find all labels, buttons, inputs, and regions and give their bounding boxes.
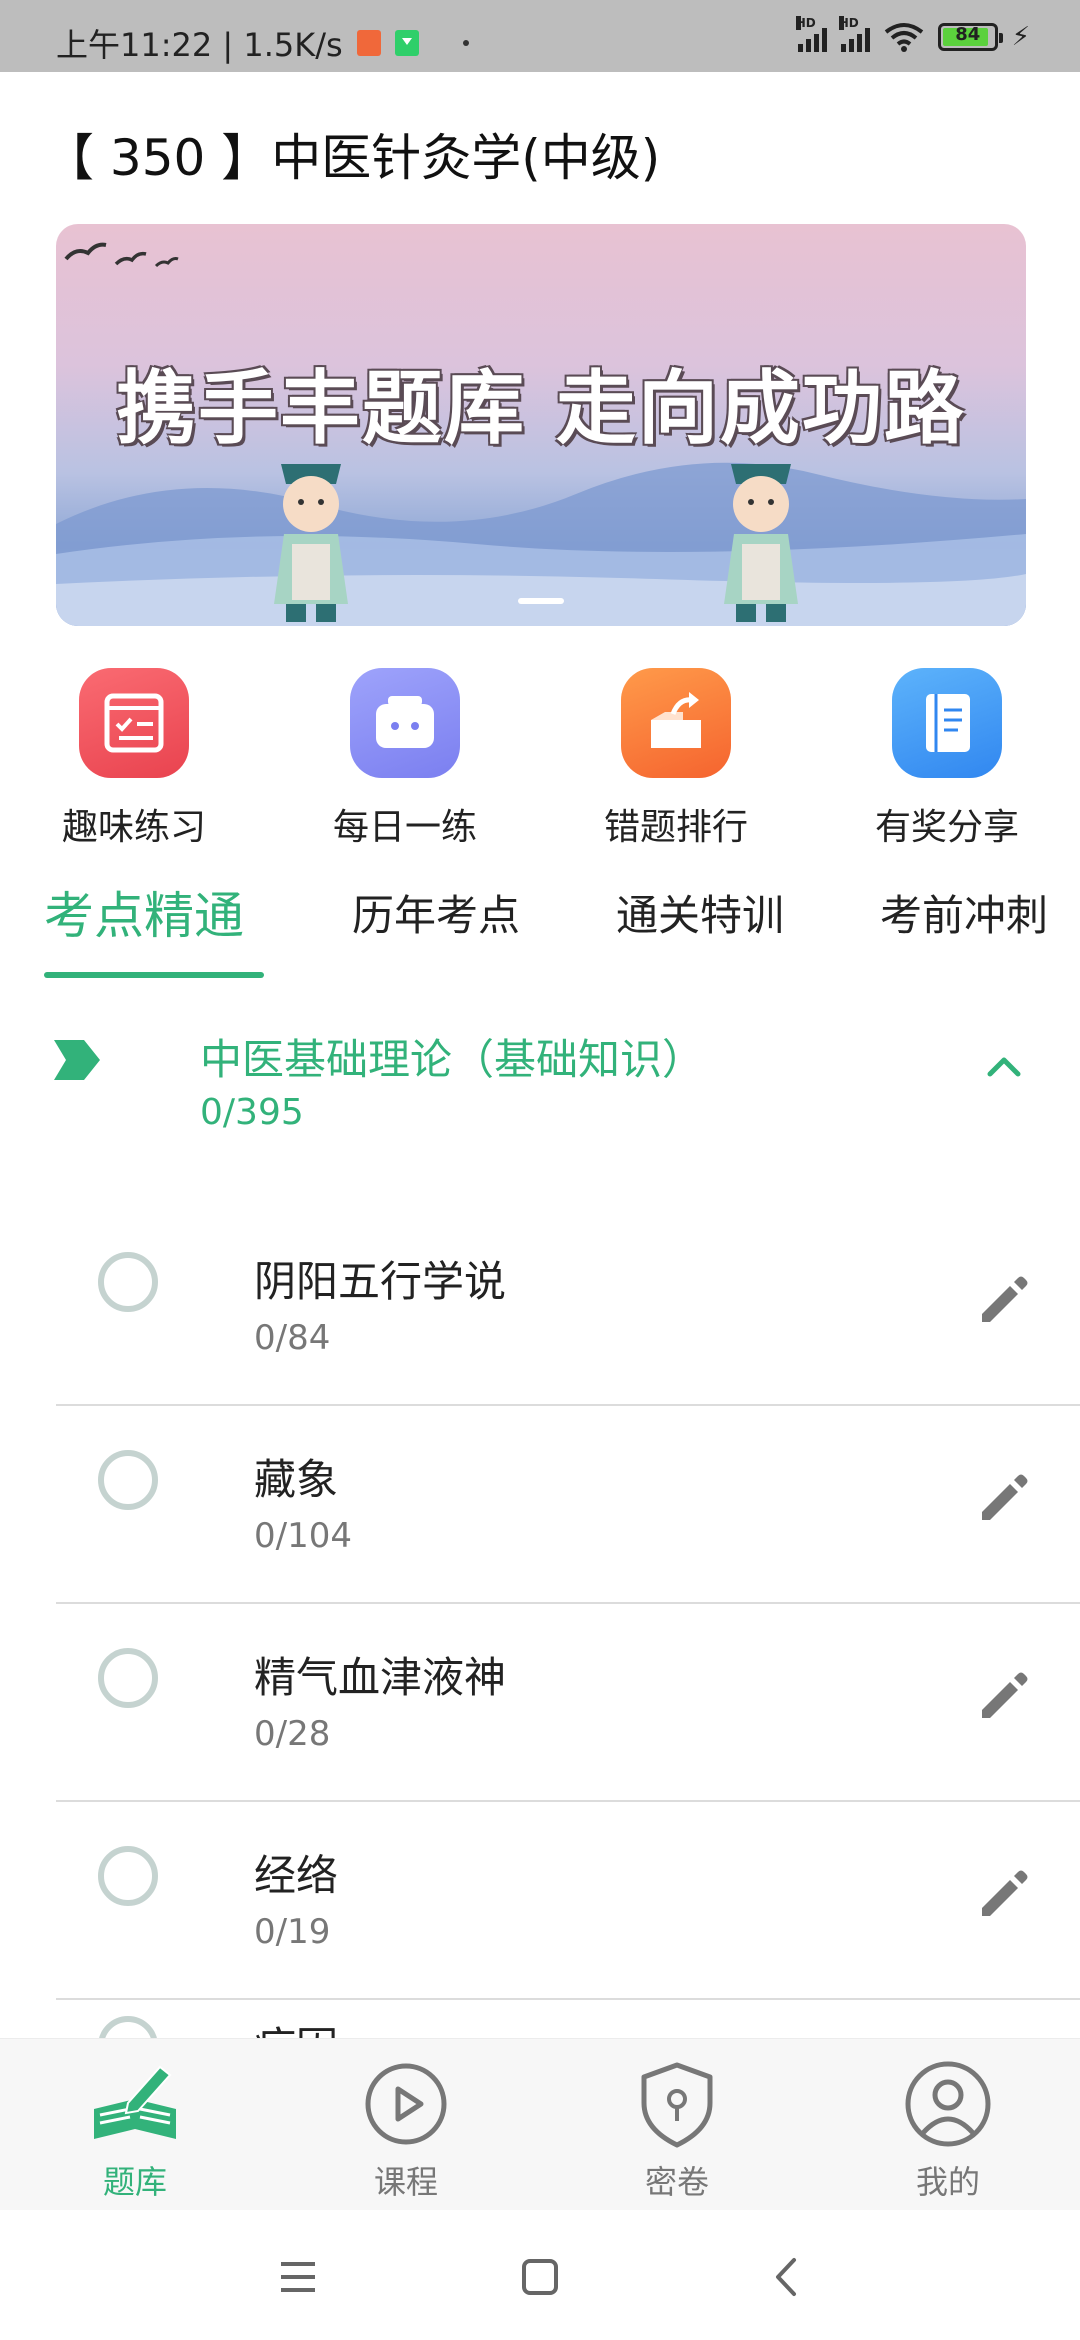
nav-label: 密卷 (644, 2163, 709, 2201)
edit-pencil-icon[interactable] (974, 1666, 1034, 1726)
item-title: 病因 (254, 2014, 338, 2040)
home-icon[interactable] (515, 2252, 565, 2302)
status-bar: 上午11:22 | 1.5K/s HD HD 84 ⚡ (0, 0, 1080, 72)
back-icon[interactable] (762, 2252, 812, 2302)
banner-character-left (274, 464, 348, 622)
progress-circle-icon (98, 2016, 158, 2040)
banner-page-indicator (518, 598, 564, 604)
menu-icon[interactable] (273, 2252, 323, 2302)
signal-1-icon: HD (795, 16, 827, 52)
item-title: 藏象 (254, 1455, 339, 1504)
nav-courses[interactable]: 课程 (306, 2059, 506, 2203)
tab-pass-training[interactable]: 通关特训 (616, 882, 784, 943)
page-title: 【 350 】中医针灸学(中级) (44, 129, 661, 187)
item-progress: 0/19 (254, 1912, 331, 1952)
status-left: 上午11:22 | 1.5K/s (56, 20, 469, 66)
nav-label: 我的 (915, 2163, 980, 2201)
shield-lock-icon (641, 2062, 713, 2148)
daily-icon (350, 668, 460, 778)
nav-question-bank[interactable]: 题库 (35, 2059, 235, 2203)
progress-circle-icon (98, 1252, 158, 1312)
item-progress: 0/104 (254, 1516, 352, 1556)
battery-level: 84 (955, 24, 981, 45)
nav-secret-papers[interactable]: 密卷 (577, 2059, 777, 2203)
chapter-progress: 0/395 (200, 1092, 304, 1133)
divider (56, 1404, 1080, 1406)
progress-circle-icon (98, 1846, 158, 1906)
bottom-navigation: 题库 课程 密卷 我的 (0, 2038, 1080, 2210)
nav-label: 题库 (102, 2163, 167, 2201)
banner-character-right (724, 464, 798, 622)
status-right: HD HD 84 ⚡ (795, 16, 1030, 52)
item-progress: 0/28 (254, 1714, 331, 1754)
quick-menu-label: 每日一练 (332, 807, 477, 848)
chapter-flag-icon (54, 1040, 100, 1080)
tab-bar: 考点精通 历年考点 通关特训 考前冲刺 (0, 872, 1080, 982)
edit-pencil-icon[interactable] (974, 1864, 1034, 1924)
download-notification-icon (394, 30, 419, 56)
item-title: 经络 (254, 1851, 339, 1900)
system-navigation-bar (0, 2210, 1080, 2340)
nav-label: 课程 (373, 2163, 438, 2201)
user-icon (905, 2061, 991, 2147)
quick-menu-label: 趣味练习 (61, 807, 206, 848)
list-item[interactable]: 藏象 0/104 (0, 1422, 1080, 1620)
list-item[interactable]: 精气血津液神 0/28 (0, 1620, 1080, 1818)
chapter-header[interactable]: 中医基础理论（基础知识） 0/395 (0, 1020, 1080, 1140)
progress-circle-icon (98, 1450, 158, 1510)
divider (56, 1602, 1080, 1604)
wifi-icon (884, 23, 923, 52)
status-time-speed: 上午11:22 | 1.5K/s (56, 26, 343, 64)
signal-2-icon: HD (838, 16, 870, 52)
quick-menu-wrong-ranking[interactable]: 错题排行 (566, 668, 786, 850)
notification-app-icon (356, 30, 381, 56)
practice-icon (79, 668, 189, 778)
question-bank-icon (94, 2065, 176, 2139)
quick-menu-label: 错题排行 (603, 807, 748, 848)
active-tab-indicator (44, 972, 264, 978)
battery-icon: 84 (937, 23, 1003, 51)
divider (56, 1800, 1080, 1802)
progress-circle-icon (98, 1648, 158, 1708)
list-item[interactable]: 经络 0/19 (0, 1818, 1080, 2016)
quick-menu-share-reward[interactable]: 有奖分享 (837, 668, 1057, 850)
quick-menu: 趣味练习 每日一练 错题排行 有奖分享 (0, 668, 1080, 848)
item-title: 精气血津液神 (254, 1653, 507, 1702)
promo-banner[interactable]: 携手丰题库 走向成功路 (56, 224, 1026, 626)
chevron-up-icon[interactable] (984, 1050, 1024, 1080)
wrong-ranking-icon (621, 668, 731, 778)
edit-pencil-icon[interactable] (974, 1270, 1034, 1330)
item-progress: 0/84 (254, 1318, 331, 1358)
tab-final-sprint[interactable]: 考前冲刺 (880, 882, 1048, 943)
banner-slogan: 携手丰题库 走向成功路 (116, 361, 966, 455)
quick-menu-practice[interactable]: 趣味练习 (24, 668, 244, 850)
play-circle-icon (365, 2063, 447, 2145)
item-title: 阴阳五行学说 (254, 1257, 507, 1306)
more-notifications-dot-icon (462, 40, 469, 46)
quick-menu-daily[interactable]: 每日一练 (295, 668, 515, 850)
list-item[interactable]: 病因 (0, 2000, 1080, 2040)
share-reward-icon (892, 668, 1002, 778)
list-item[interactable]: 阴阳五行学说 0/84 (0, 1224, 1080, 1422)
tab-exam-points[interactable]: 考点精通 (44, 876, 244, 948)
tab-past-points[interactable]: 历年考点 (352, 882, 520, 943)
nav-profile[interactable]: 我的 (848, 2059, 1048, 2203)
chapter-title: 中医基础理论（基础知识） (200, 1035, 705, 1084)
charging-icon: ⚡ (1011, 22, 1030, 52)
edit-pencil-icon[interactable] (974, 1468, 1034, 1528)
quick-menu-label: 有奖分享 (874, 807, 1019, 848)
